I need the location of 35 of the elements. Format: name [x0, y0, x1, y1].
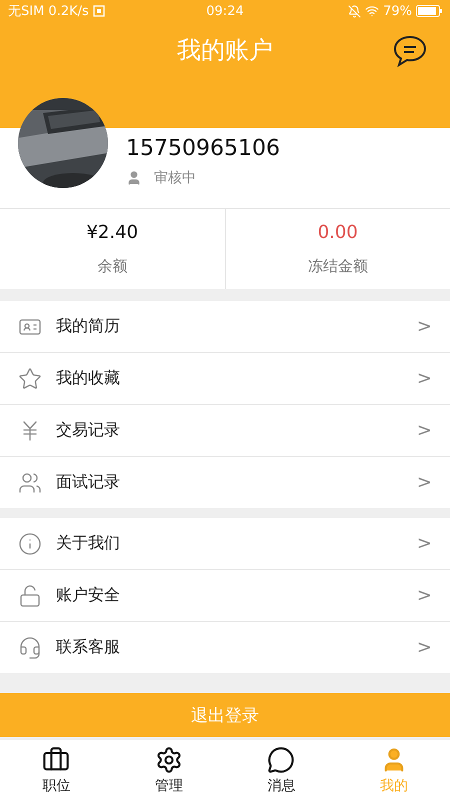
battery-text: 79%	[383, 4, 412, 18]
clock-text: 09:24	[206, 4, 244, 18]
user-icon	[126, 170, 142, 186]
balance-label: 余额	[97, 257, 128, 276]
star-icon	[18, 366, 42, 390]
chat-bubble-icon	[267, 746, 296, 774]
balance-amount: 0.00	[318, 222, 358, 243]
wifi-icon	[365, 4, 380, 18]
menu-item[interactable]: 账户安全 >	[0, 569, 450, 621]
menu-item[interactable]: 联系客服 >	[0, 621, 450, 673]
menu-item[interactable]: 面试记录 >	[0, 456, 450, 508]
unlocked-padlock-icon	[18, 584, 42, 608]
menu-item[interactable]: 我的收藏 >	[0, 352, 450, 404]
battery-icon	[416, 5, 442, 17]
balance-amount: ¥2.40	[86, 222, 138, 243]
tab[interactable]: 职位	[0, 740, 112, 800]
briefcase-icon	[42, 746, 70, 774]
chat-bubble-icon	[392, 34, 428, 68]
people-icon	[18, 470, 42, 494]
tab[interactable]: 消息	[225, 740, 338, 800]
tab[interactable]: 管理	[112, 740, 225, 800]
phone-number: 15750965106	[126, 136, 280, 161]
menu-item[interactable]: 交易记录 >	[0, 404, 450, 456]
message-button[interactable]	[392, 34, 428, 68]
settings-icon	[154, 746, 183, 774]
balance-label: 冻结金额	[308, 257, 368, 276]
carrier-text: 无SIM 0.2K/s	[8, 3, 89, 20]
sim-icon	[92, 5, 105, 17]
menu-item[interactable]: 我的简历 >	[0, 301, 450, 352]
mute-icon	[348, 4, 362, 18]
review-status: 审核中	[154, 169, 196, 187]
headset-icon	[18, 636, 42, 660]
page-title: 我的账户	[177, 35, 273, 66]
menu-item[interactable]: 关于我们 >	[0, 518, 450, 569]
info-icon	[18, 532, 42, 556]
